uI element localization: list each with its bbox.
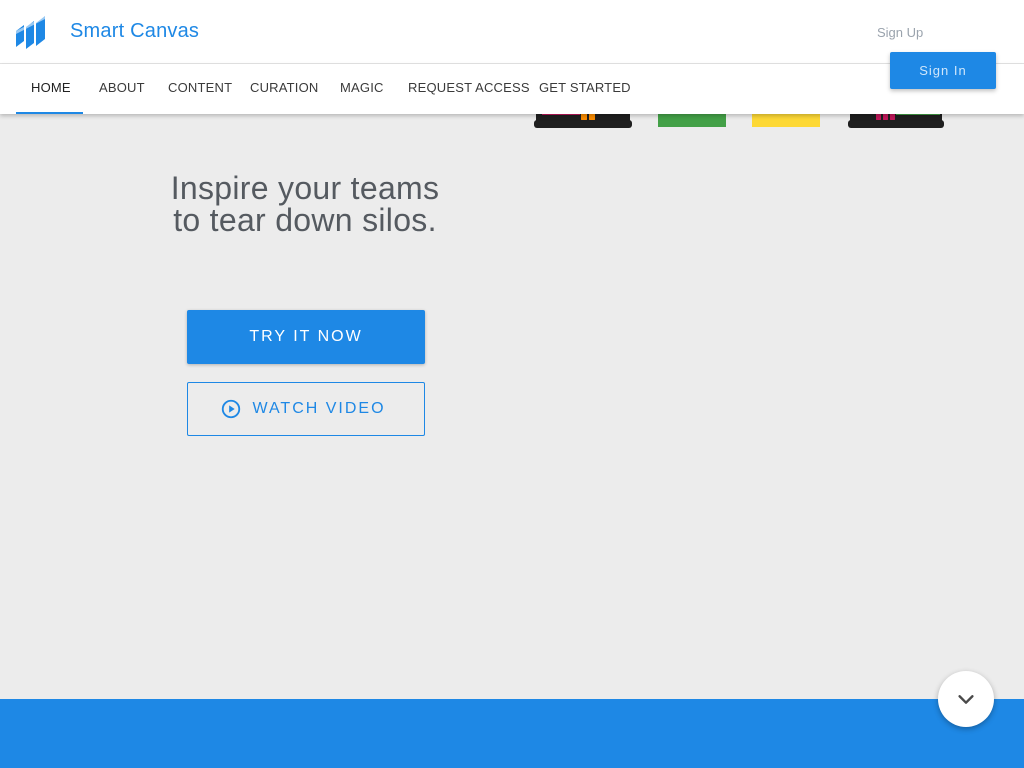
nav-item-magic[interactable]: MAGIC <box>340 64 384 114</box>
sign-up-link[interactable]: Sign Up <box>877 25 923 40</box>
smart-canvas-logo-icon[interactable] <box>14 13 48 51</box>
nav-item-about[interactable]: ABOUT <box>99 64 145 114</box>
brand-name[interactable]: Smart Canvas <box>70 20 199 43</box>
nav-item-content[interactable]: CONTENT <box>168 64 232 114</box>
nav-item-curation[interactable]: CURATION <box>250 64 319 114</box>
scroll-down-button[interactable] <box>938 671 994 727</box>
hero-headline-line-1: Inspire your teams <box>170 170 440 206</box>
watch-video-label: WATCH VIDEO <box>252 400 386 417</box>
main-nav: HOME ABOUT CONTENT CURATION MAGIC REQUES… <box>0 64 1024 114</box>
top-header: Smart Canvas Sign Up <box>0 0 1024 64</box>
play-circle-icon <box>222 399 241 419</box>
nav-item-home[interactable]: HOME <box>31 64 71 114</box>
hero-headline: Inspire your teams to tear down silos. <box>150 172 460 236</box>
hero-headline-line-2: to tear down silos. <box>173 202 437 238</box>
try-it-now-button[interactable]: TRY IT NOW <box>187 310 425 364</box>
nav-item-get-started[interactable]: GET STARTED <box>539 64 631 114</box>
bottom-blue-section <box>0 699 1024 768</box>
watch-video-button[interactable]: WATCH VIDEO <box>187 382 425 436</box>
active-tab-indicator <box>16 112 83 114</box>
nav-item-request-access[interactable]: REQUEST ACCESS <box>408 64 530 114</box>
chevron-down-icon <box>958 695 974 704</box>
sign-in-button[interactable]: Sign In <box>890 52 996 89</box>
